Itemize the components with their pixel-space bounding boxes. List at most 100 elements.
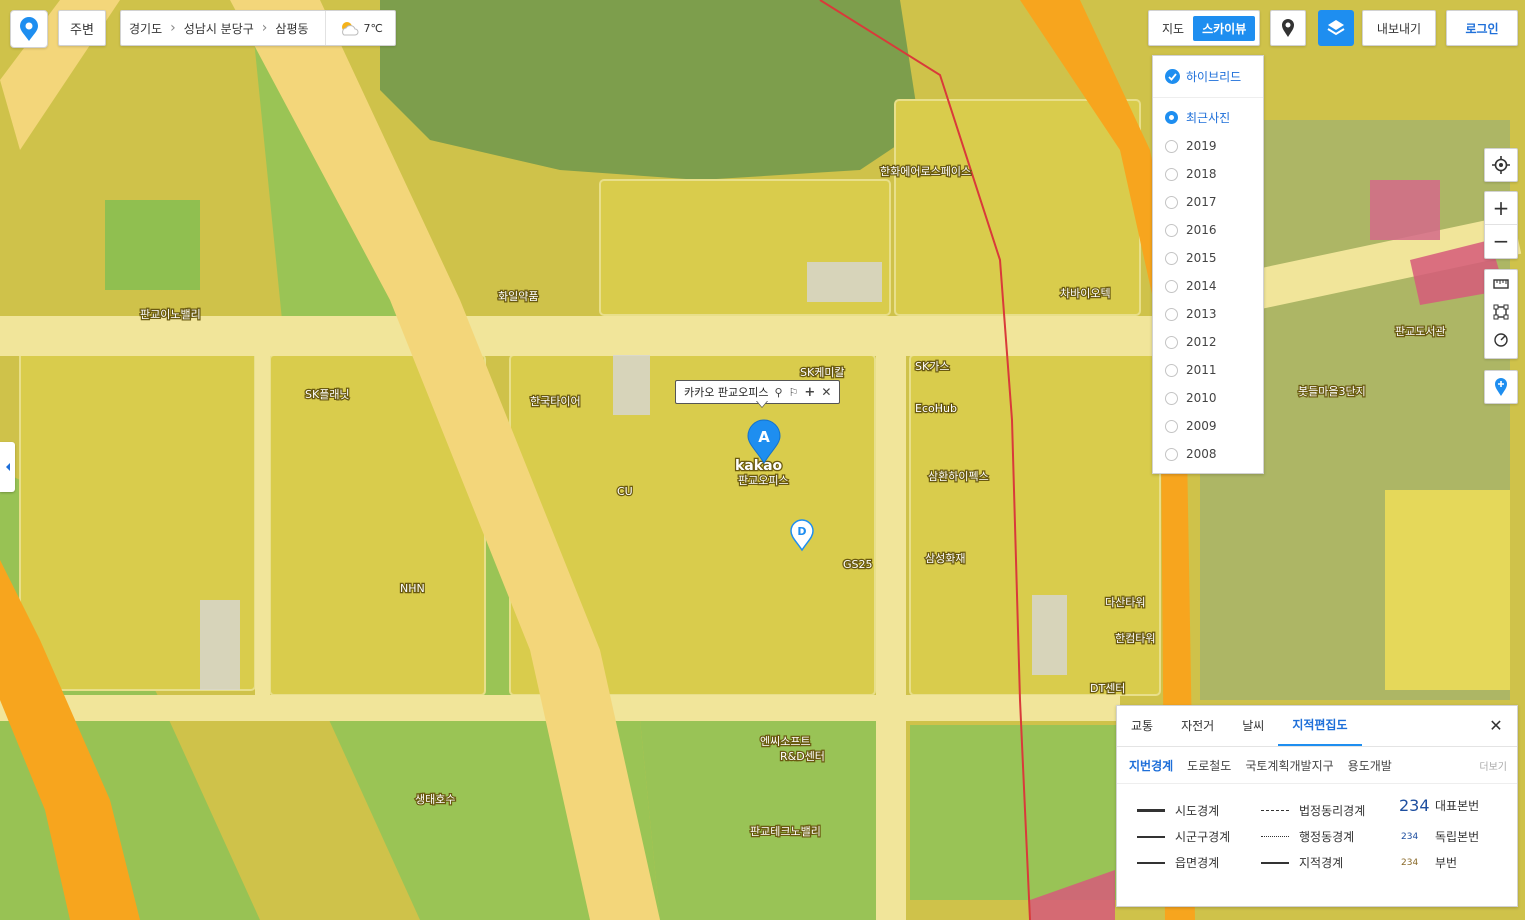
- year-option-recent[interactable]: 최근사진: [1153, 102, 1263, 132]
- tab-weather[interactable]: 날씨: [1228, 706, 1278, 746]
- distance-tool-button[interactable]: [1485, 270, 1517, 298]
- map-label: NHN: [400, 582, 425, 595]
- legend-line-haengjeong: [1261, 836, 1289, 837]
- map-pin-logo-icon: [20, 17, 38, 41]
- year-label: 2008: [1186, 447, 1217, 461]
- cadastral-legend-panel: 교통 자전거 날씨 지적편집도 ✕ 지번경계 도로철도 국토계획개발지구 용도개…: [1116, 705, 1518, 907]
- measure-tools: [1484, 269, 1518, 359]
- boundary-legend: 시도경계 시군구경계 읍면경계 법정동리경계 행정동경계 지적경계 234 대표본…: [1137, 796, 1507, 892]
- year-option[interactable]: 2013: [1153, 300, 1263, 328]
- year-label: 2015: [1186, 251, 1217, 265]
- caret-left-icon: [5, 463, 10, 471]
- nearby-button[interactable]: 주변: [58, 10, 106, 46]
- year-option[interactable]: 2010: [1153, 384, 1263, 412]
- area-tool-button[interactable]: [1485, 298, 1517, 326]
- map-label: SK케미칼: [800, 366, 845, 379]
- area-icon: [1493, 304, 1509, 320]
- legend-number-large: 234: [1399, 796, 1430, 815]
- map-label: SK가스: [915, 360, 949, 373]
- svg-text:D: D: [797, 525, 806, 538]
- zoom-in-button[interactable]: +: [1485, 192, 1517, 224]
- legend-label: 행정동경계: [1299, 830, 1355, 844]
- year-option[interactable]: 2016: [1153, 216, 1263, 244]
- map-label: 생태호수: [415, 793, 455, 806]
- map-label: CU: [617, 485, 633, 498]
- park-zone: [910, 725, 1120, 900]
- legend-line-sigungu: [1137, 835, 1165, 838]
- tab-bicycle[interactable]: 자전거: [1167, 706, 1228, 746]
- my-location-button[interactable]: [1484, 148, 1518, 182]
- layers-button[interactable]: [1318, 10, 1354, 46]
- close-panel-button[interactable]: ✕: [1485, 714, 1507, 736]
- radius-tool-button[interactable]: [1485, 326, 1517, 354]
- export-button[interactable]: 내보내기: [1362, 10, 1436, 46]
- radio-icon: [1165, 335, 1178, 349]
- map-label: 엔씨소프트: [760, 735, 811, 748]
- radio-icon: [1165, 195, 1178, 209]
- app-logo[interactable]: [10, 10, 48, 48]
- map-type-skyview[interactable]: 스카이뷰: [1193, 15, 1256, 41]
- map-label: 봇들마을3단지: [1298, 385, 1366, 398]
- subtab-road-rail[interactable]: 도로철도: [1187, 757, 1231, 774]
- radius-icon: [1494, 333, 1508, 347]
- year-label: 최근사진: [1186, 110, 1231, 125]
- legend-line-beopjeong: [1261, 810, 1289, 811]
- year-option[interactable]: 2018: [1153, 160, 1263, 188]
- tab-traffic[interactable]: 교통: [1117, 706, 1167, 746]
- legend-label: 읍면경계: [1175, 856, 1220, 870]
- hybrid-toggle[interactable]: 하이브리드: [1153, 56, 1263, 98]
- radio-icon: [1165, 223, 1178, 237]
- year-label: 2011: [1186, 363, 1217, 377]
- year-option[interactable]: 2009: [1153, 412, 1263, 440]
- roadview-person-icon[interactable]: ⚐: [789, 386, 799, 399]
- legend-label: 부번: [1435, 856, 1458, 870]
- layers-icon: [1327, 20, 1345, 36]
- map-label: 판교오피스: [738, 474, 789, 487]
- radio-icon: [1165, 139, 1178, 153]
- legend-label: 독립본번: [1435, 830, 1480, 844]
- year-option[interactable]: 2015: [1153, 244, 1263, 272]
- tab-cadastral[interactable]: 지적편집도: [1278, 706, 1362, 746]
- partly-cloudy-icon: [341, 22, 358, 36]
- subtab-lot-boundary[interactable]: 지번경계: [1129, 757, 1173, 774]
- more-link[interactable]: 더보기: [1479, 758, 1507, 773]
- plus-icon[interactable]: +: [804, 385, 815, 400]
- year-option[interactable]: 2012: [1153, 328, 1263, 356]
- minus-icon: −: [1492, 229, 1510, 253]
- breadcrumb-province[interactable]: 경기도: [121, 20, 170, 37]
- cadastral-subtabs: 지번경계 도로철도 국토계획개발지구 용도개발 더보기: [1117, 747, 1517, 784]
- weather-widget[interactable]: 7℃: [324, 11, 395, 45]
- zoom-controls: + −: [1484, 191, 1518, 259]
- year-option[interactable]: 2008: [1153, 440, 1263, 468]
- breadcrumb-city[interactable]: 성남시 분당구: [176, 20, 262, 37]
- roadview-button[interactable]: [1270, 10, 1306, 46]
- skyview-year-panel: 하이브리드 최근사진 2019 2018 2017 2016 2015 2014…: [1152, 55, 1264, 474]
- zoom-out-button[interactable]: −: [1485, 225, 1517, 257]
- map-label: 판교테크노밸리: [750, 825, 821, 838]
- radio-icon: [1165, 447, 1178, 461]
- map-label: 한화에어로스페이스: [880, 165, 971, 178]
- year-option[interactable]: 2014: [1153, 272, 1263, 300]
- sidebar-toggle-button[interactable]: [0, 442, 15, 492]
- year-label: 2012: [1186, 335, 1217, 349]
- legend-line-sido: [1137, 809, 1165, 812]
- year-option[interactable]: 2017: [1153, 188, 1263, 216]
- add-pin-icon: [1495, 378, 1507, 396]
- year-option[interactable]: 2011: [1153, 356, 1263, 384]
- breadcrumb-dong[interactable]: 삼평동: [267, 20, 316, 37]
- crosshair-icon: [1492, 156, 1510, 174]
- map-type-map[interactable]: 지도: [1153, 16, 1193, 41]
- subtab-land-use[interactable]: 용도개발: [1348, 757, 1392, 774]
- login-button[interactable]: 로그인: [1446, 10, 1518, 46]
- pin-icon[interactable]: ⚲: [774, 386, 782, 399]
- close-icon: ✕: [1489, 715, 1503, 735]
- close-icon[interactable]: ✕: [821, 385, 831, 399]
- subtab-planning-district[interactable]: 국토계획개발지구: [1245, 757, 1333, 774]
- ruler-icon: [1493, 279, 1509, 289]
- map-label: R&D센터: [780, 750, 825, 763]
- year-label: 2017: [1186, 195, 1217, 209]
- legend-number-medium: 234: [1401, 831, 1419, 842]
- map-label: 판교도서관: [1395, 325, 1446, 338]
- add-marker-button[interactable]: [1484, 370, 1518, 404]
- year-option[interactable]: 2019: [1153, 132, 1263, 160]
